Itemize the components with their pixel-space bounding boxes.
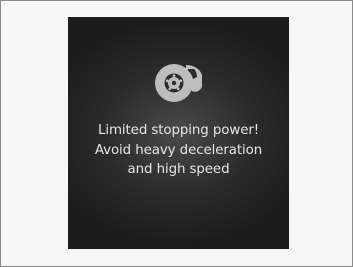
warning-line-3: and high speed bbox=[127, 162, 230, 177]
warning-message: Limited stopping power! Avoid heavy dece… bbox=[68, 121, 289, 180]
screen-frame: Limited stopping power! Avoid heavy dece… bbox=[0, 0, 353, 267]
warning-display: Limited stopping power! Avoid heavy dece… bbox=[68, 17, 289, 249]
warning-line-2: Avoid heavy deceleration bbox=[94, 142, 263, 158]
brake-disc-icon bbox=[155, 64, 202, 102]
warning-line-1: Limited stopping power! bbox=[97, 123, 260, 138]
